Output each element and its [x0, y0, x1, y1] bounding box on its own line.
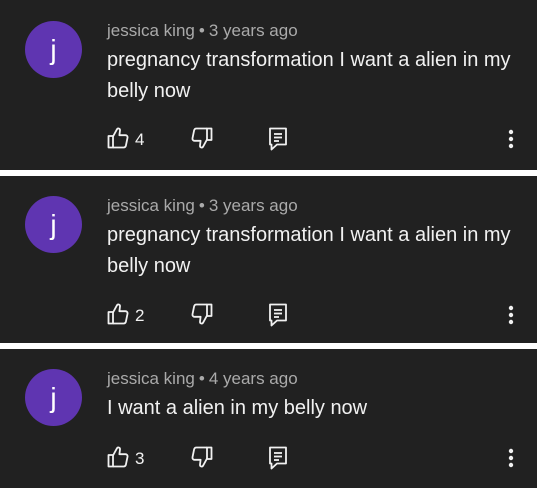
thumbs-down-icon[interactable]: [191, 302, 213, 326]
comment-text: pregnancy transformation I want a alien …: [107, 49, 511, 102]
thumbs-up-icon[interactable]: [107, 302, 129, 326]
comment-card: j jessica king • 4 years ago I want a alie…: [0, 349, 537, 488]
comment-meta: jessica king • 3 years ago: [107, 21, 298, 41]
comment-meta: jessica king • 3 years ago: [107, 196, 298, 216]
meta-separator: •: [198, 369, 205, 388]
more-vertical-icon[interactable]: [505, 302, 517, 328]
avatar[interactable]: j: [25, 196, 82, 253]
reply-icon[interactable]: [267, 445, 289, 471]
more-vertical-icon[interactable]: [505, 445, 517, 471]
author-name[interactable]: jessica king: [107, 196, 195, 215]
meta-separator: •: [198, 196, 205, 215]
avatar[interactable]: j: [25, 369, 82, 426]
thumbs-down-icon[interactable]: [191, 126, 213, 150]
comment-time[interactable]: 3 years ago: [209, 196, 298, 215]
like-count: 4: [135, 130, 145, 149]
reply-icon[interactable]: [267, 302, 289, 328]
comment-text: I want a alien in my belly now: [107, 397, 368, 419]
meta-separator: •: [198, 21, 205, 40]
comment-actions: 4: [0, 126, 537, 156]
reply-icon[interactable]: [267, 126, 289, 152]
more-vertical-icon[interactable]: [505, 126, 517, 152]
comment-text: pregnancy transformation I want a alien …: [107, 224, 511, 277]
comment-card: j jessica king • 3 years ago pregnancy tra…: [0, 176, 537, 343]
like-count: 3: [135, 449, 145, 468]
thumbs-up-icon[interactable]: [107, 445, 129, 469]
thumbs-up-icon[interactable]: [107, 126, 129, 150]
comment-actions: 2: [0, 302, 537, 332]
comment-time[interactable]: 3 years ago: [209, 21, 298, 40]
author-name[interactable]: jessica king: [107, 21, 195, 40]
avatar[interactable]: j: [25, 21, 82, 78]
comment-actions: 3: [0, 445, 537, 475]
comment-meta: jessica king • 4 years ago: [107, 369, 298, 389]
like-count: 2: [135, 306, 145, 325]
comment-time[interactable]: 4 years ago: [209, 369, 298, 388]
author-name[interactable]: jessica king: [107, 369, 195, 388]
thumbs-down-icon[interactable]: [191, 445, 213, 469]
comment-card: j jessica king • 3 years ago pregnancy tra…: [0, 0, 537, 170]
